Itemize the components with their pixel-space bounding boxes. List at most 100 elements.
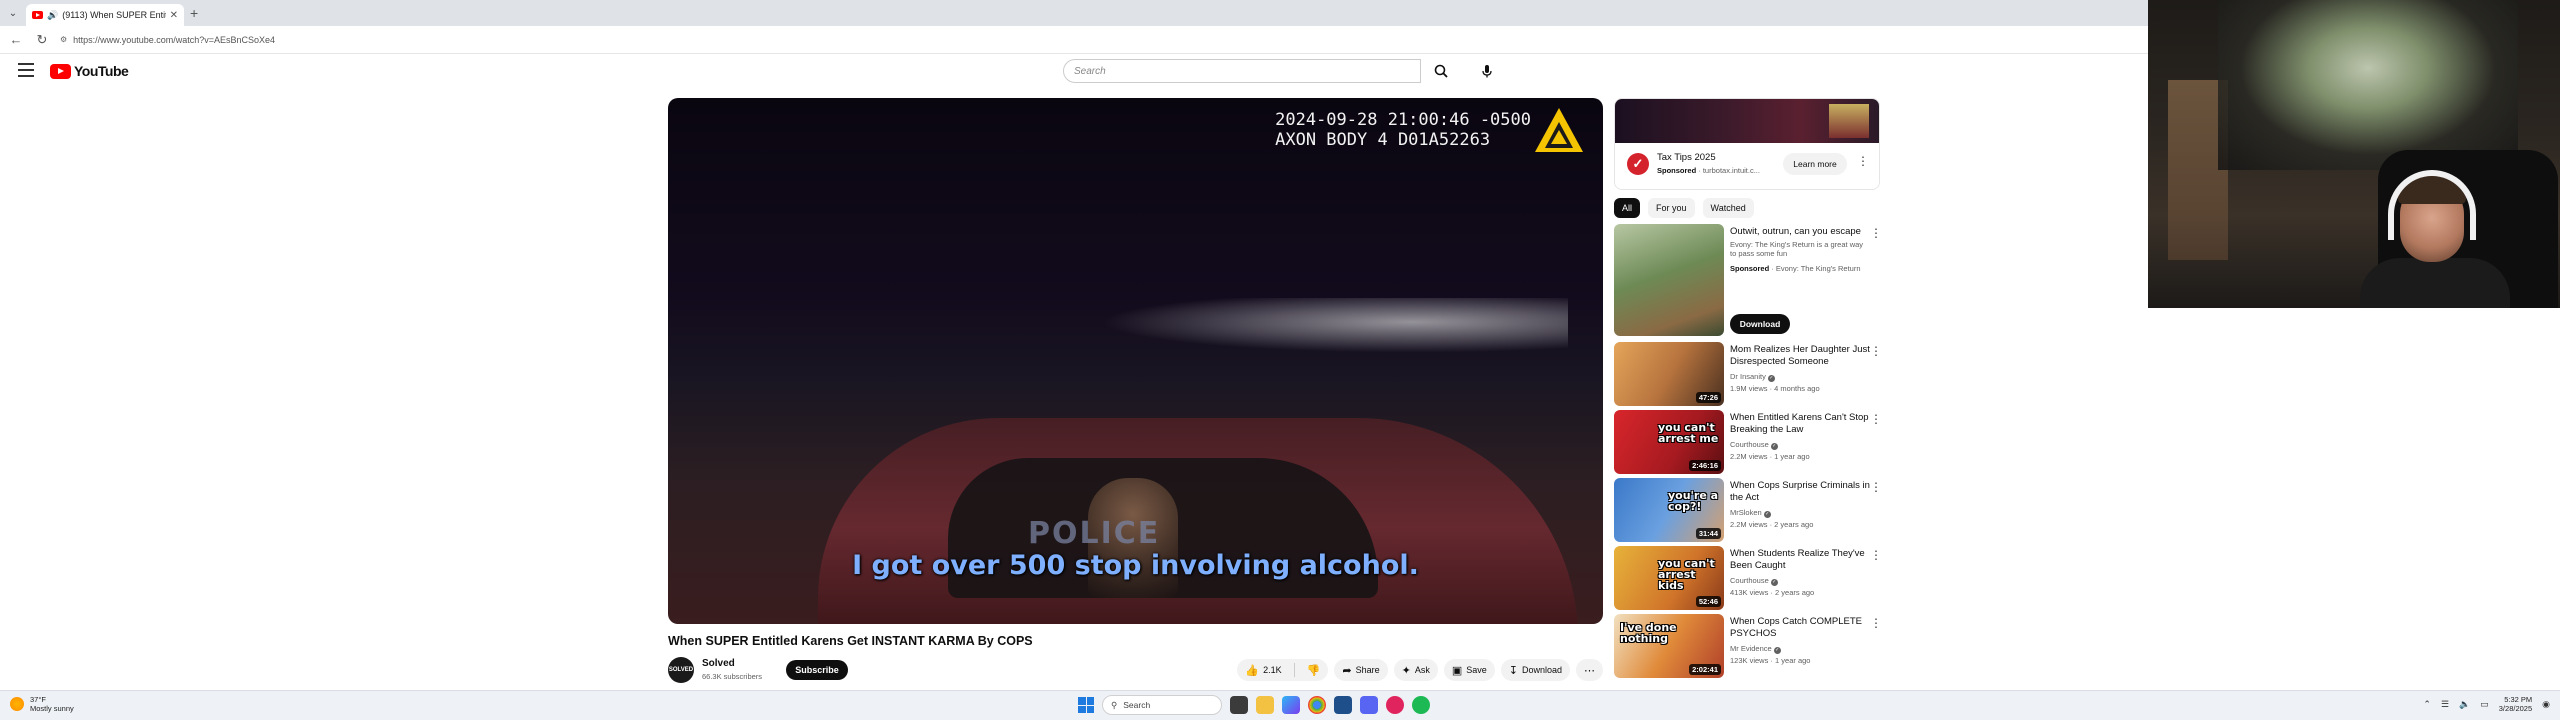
wifi-icon[interactable]: ☰ <box>2441 699 2449 710</box>
learn-more-button[interactable]: Learn more <box>1783 153 1847 175</box>
recommendation-item[interactable]: you can't arrest kids 52:46 When Student… <box>1614 546 1884 610</box>
weather-condition: Mostly sunny <box>30 704 74 713</box>
new-tab-button[interactable]: + <box>190 5 198 21</box>
dislike-button[interactable]: 👎 <box>1299 659 1329 681</box>
verified-check-icon: ✓ <box>1767 375 1775 382</box>
chip-for-you[interactable]: For you <box>1648 198 1695 218</box>
microphone-icon <box>1482 65 1492 78</box>
discord-icon[interactable] <box>1360 696 1378 714</box>
recommendation-title[interactable]: When Cops Catch COMPLETE PSYCHOS <box>1730 616 1870 640</box>
subscribe-button[interactable]: Subscribe <box>786 660 848 680</box>
copilot-icon[interactable] <box>1282 696 1300 714</box>
recommendation-item[interactable]: I've done nothing 2:02:41 When Cops Catc… <box>1614 614 1884 678</box>
video-player[interactable]: POLICE 2024-09-28 21:00:46 -0500 AXON BO… <box>668 98 1603 624</box>
recommendation-channel-name: Dr Insanity <box>1730 372 1766 381</box>
search-button[interactable] <box>1421 59 1461 83</box>
like-count: 2.1K <box>1263 665 1282 675</box>
recommendation-title[interactable]: Mom Realizes Her Daughter Just Disrespec… <box>1730 344 1870 368</box>
video-duration: 2:02:41 <box>1689 664 1721 675</box>
recommendation-meta: 123K views · 1 year ago <box>1730 656 1811 665</box>
chip-watched[interactable]: Watched <box>1702 198 1754 218</box>
subscriber-count: 66.3K subscribers <box>702 672 763 681</box>
terminal-icon[interactable] <box>1334 696 1352 714</box>
recommendation-item[interactable]: you're a cop?! 31:44 When Cops Surprise … <box>1614 478 1884 542</box>
channel-avatar[interactable]: SOLVED <box>668 657 694 683</box>
battery-icon[interactable]: ▭ <box>2480 699 2489 710</box>
like-button[interactable]: 👍 2.1K <box>1237 659 1289 681</box>
tray-chevron-up-icon[interactable]: ⌃ <box>2423 699 2431 710</box>
recommendation-thumbnail[interactable]: you're a cop?! 31:44 <box>1614 478 1724 542</box>
url-field[interactable]: ⚙ https://www.youtube.com/watch?v=AEsBnC… <box>60 35 275 45</box>
sponsored-download-button[interactable]: Download <box>1730 314 1790 334</box>
ask-button[interactable]: ✦ Ask <box>1393 659 1438 681</box>
taskbar-apps: ⚲ Search <box>1078 695 1430 715</box>
recommendation-channel: MrSloken ✓ <box>1730 508 1771 518</box>
search-input[interactable]: Search <box>1063 59 1421 83</box>
close-tab-icon[interactable]: ✕ <box>170 10 178 21</box>
download-button[interactable]: ↧ Download <box>1500 659 1570 681</box>
save-button[interactable]: ▣ Save <box>1443 659 1495 681</box>
task-view-icon[interactable] <box>1230 696 1248 714</box>
thumbnail-overlay-text: I've done nothing <box>1620 621 1677 645</box>
video-caption: I got over 500 stop involving alcohol. <box>852 550 1419 581</box>
thumbnail-overlay-text: you can't arrest kids <box>1658 557 1715 592</box>
recommendation-item[interactable]: you can't arrest me 2:46:16 When Entitle… <box>1614 410 1884 474</box>
thumbnail-overlay-text: you can't arrest me <box>1658 421 1719 445</box>
more-actions-button[interactable]: ⋯ <box>1576 659 1603 681</box>
recommendation-title[interactable]: When Students Realize They've Been Caugh… <box>1730 548 1870 572</box>
recommendation-title[interactable]: When Cops Surprise Criminals in the Act <box>1730 480 1870 504</box>
recommendation-sponsored-label: Sponsored <box>1730 264 1770 273</box>
recommendation-title[interactable]: When Entitled Karens Can't Stop Breaking… <box>1730 412 1870 436</box>
more-vertical-icon[interactable]: ⋮ <box>1870 412 1882 426</box>
notifications-bell-icon[interactable]: ◉ <box>2542 699 2550 710</box>
windows-start-icon[interactable] <box>1078 697 1094 713</box>
youtube-favicon-icon <box>32 11 43 19</box>
download-arrow-icon: ↧ <box>1508 664 1518 677</box>
voice-search-button[interactable] <box>1474 59 1500 83</box>
more-vertical-icon[interactable]: ⋮ <box>1870 548 1882 562</box>
sponsored-ad-card[interactable]: ✓ Tax Tips 2025 Sponsored · turbotax.int… <box>1614 98 1880 190</box>
weather-widget[interactable]: 37°F Mostly sunny <box>10 695 74 713</box>
file-explorer-icon[interactable] <box>1256 696 1274 714</box>
recommendation-meta: 2.2M views · 2 years ago <box>1730 520 1814 529</box>
browser-tab-youtube[interactable]: 🔊 (9113) When SUPER Entitled Karens ✕ <box>26 4 184 26</box>
recommendation-channel-name: MrSloken <box>1730 508 1762 517</box>
url-text: https://www.youtube.com/watch?v=AEsBnCSo… <box>73 34 276 45</box>
share-button[interactable]: ➦ Share <box>1334 659 1388 681</box>
taskbar-search[interactable]: ⚲ Search <box>1102 695 1222 715</box>
red-app-icon[interactable] <box>1386 696 1404 714</box>
ad-more-vertical-icon[interactable]: ⋮ <box>1857 154 1869 168</box>
recommendation-thumbnail[interactable]: you can't arrest me 2:46:16 <box>1614 410 1724 474</box>
speaker-icon[interactable]: 🔊 <box>47 10 58 21</box>
recommendation-meta: Sponsored · Evony: The King's Return <box>1730 264 1861 273</box>
more-vertical-icon[interactable]: ⋮ <box>1870 480 1882 494</box>
site-info-icon[interactable]: ⚙ <box>60 35 67 44</box>
tab-search-dropdown-icon[interactable]: ⌄ <box>0 0 26 26</box>
more-vertical-icon[interactable]: ⋮ <box>1870 226 1882 240</box>
chrome-icon[interactable] <box>1308 696 1326 714</box>
volume-icon[interactable]: 🔈 <box>2459 699 2470 710</box>
recommendation-thumbnail[interactable]: you can't arrest kids 52:46 <box>1614 546 1724 610</box>
taskbar-clock[interactable]: 5:32 PM 3/28/2025 <box>2499 695 2532 713</box>
recommendation-thumbnail[interactable] <box>1614 224 1724 336</box>
refresh-icon[interactable]: ↻ <box>34 32 50 48</box>
recommendation-thumbnail[interactable]: 47:26 <box>1614 342 1724 406</box>
more-vertical-icon[interactable]: ⋮ <box>1870 616 1882 630</box>
thumbs-down-icon: 👎 <box>1306 664 1321 677</box>
recommendation-thumbnail[interactable]: I've done nothing 2:02:41 <box>1614 614 1724 678</box>
recommendation-title[interactable]: Outwit, outrun, can you escape <box>1730 226 1870 238</box>
chip-all[interactable]: All <box>1614 198 1641 218</box>
recommendation-item[interactable]: 47:26 Mom Realizes Her Daughter Just Dis… <box>1614 342 1884 406</box>
more-vertical-icon[interactable]: ⋮ <box>1870 344 1882 358</box>
ad-subline: Sponsored · turbotax.intuit.c... <box>1657 166 1760 175</box>
ad-banner-figure <box>1829 104 1869 138</box>
like-dislike-group: 👍 2.1K 👎 <box>1237 659 1329 681</box>
channel-name[interactable]: Solved <box>702 658 735 669</box>
back-arrow-icon[interactable]: ← <box>8 32 24 47</box>
spotify-icon[interactable] <box>1412 696 1430 714</box>
thumbs-up-icon: 👍 <box>1245 664 1260 677</box>
clock-time: 5:32 PM <box>2504 695 2533 704</box>
menu-hamburger-icon[interactable] <box>18 63 34 77</box>
recommendation-sponsored[interactable]: Outwit, outrun, can you escape Evony: Th… <box>1614 224 1884 340</box>
youtube-logo[interactable]: YouTube <box>50 63 129 79</box>
